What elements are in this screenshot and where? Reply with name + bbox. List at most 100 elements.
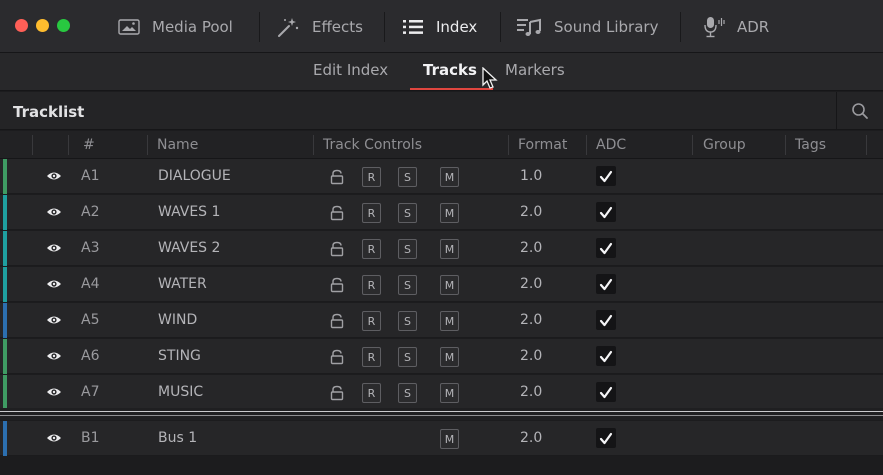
track-row[interactable]: A6 STING R S M 2.0 bbox=[0, 339, 883, 374]
record-arm-button[interactable]: R bbox=[362, 239, 381, 259]
mute-button[interactable]: M bbox=[440, 429, 459, 449]
index-list-icon bbox=[402, 19, 424, 35]
track-row[interactable]: A1 DIALOGUE R S M 1.0 bbox=[0, 159, 883, 194]
adc-checkbox[interactable] bbox=[596, 428, 616, 448]
adc-checkbox[interactable] bbox=[596, 346, 616, 366]
eye-icon[interactable] bbox=[46, 170, 62, 182]
lock-icon[interactable] bbox=[330, 277, 344, 293]
track-name[interactable]: Bus 1 bbox=[158, 430, 197, 446]
search-button[interactable] bbox=[836, 92, 883, 130]
solo-button[interactable]: S bbox=[398, 275, 417, 295]
track-name[interactable]: WIND bbox=[158, 312, 197, 328]
close-button[interactable] bbox=[15, 19, 28, 32]
eye-icon[interactable] bbox=[46, 242, 62, 254]
track-number: A1 bbox=[81, 168, 100, 184]
lock-icon[interactable] bbox=[330, 205, 344, 221]
track-row[interactable]: A3 WAVES 2 R S M 2.0 bbox=[0, 231, 883, 266]
active-tab-indicator bbox=[410, 88, 493, 90]
track-color-strip bbox=[3, 421, 7, 456]
track-row[interactable]: A5 WIND R S M 2.0 bbox=[0, 303, 883, 338]
toolbar-media-pool-label: Media Pool bbox=[152, 17, 233, 36]
eye-icon[interactable] bbox=[46, 206, 62, 218]
column-header-track-controls[interactable]: Track Controls bbox=[323, 137, 422, 153]
column-header-name[interactable]: Name bbox=[157, 137, 198, 153]
track-row[interactable]: A4 WATER R S M 2.0 bbox=[0, 267, 883, 302]
track-color-strip bbox=[3, 195, 7, 230]
mute-button[interactable]: M bbox=[440, 239, 459, 259]
mute-button[interactable]: M bbox=[440, 203, 459, 223]
toolbar-effects[interactable]: Effects bbox=[276, 0, 363, 53]
lock-icon[interactable] bbox=[330, 241, 344, 257]
record-arm-button[interactable]: R bbox=[362, 311, 381, 331]
record-arm-button[interactable]: R bbox=[362, 383, 381, 403]
solo-button[interactable]: S bbox=[398, 383, 417, 403]
lock-icon[interactable] bbox=[330, 385, 344, 401]
track-name[interactable]: STING bbox=[158, 348, 201, 364]
mute-button[interactable]: M bbox=[440, 311, 459, 331]
eye-icon[interactable] bbox=[46, 432, 62, 444]
track-name[interactable]: WAVES 1 bbox=[158, 204, 220, 220]
toolbar-media-pool[interactable]: Media Pool bbox=[118, 0, 233, 53]
minimize-button[interactable] bbox=[36, 19, 49, 32]
toolbar-sound-library[interactable]: Sound Library bbox=[516, 0, 658, 53]
track-number: A7 bbox=[81, 384, 100, 400]
eye-icon[interactable] bbox=[46, 350, 62, 362]
mute-button[interactable]: M bbox=[440, 347, 459, 367]
lock-icon[interactable] bbox=[330, 349, 344, 365]
adc-checkbox[interactable] bbox=[596, 238, 616, 258]
track-name[interactable]: WAVES 2 bbox=[158, 240, 220, 256]
column-header-adc[interactable]: ADC bbox=[596, 137, 626, 153]
adc-checkbox[interactable] bbox=[596, 202, 616, 222]
adc-checkbox[interactable] bbox=[596, 310, 616, 330]
adc-checkbox[interactable] bbox=[596, 382, 616, 402]
toolbar-adr[interactable]: ADR bbox=[703, 0, 769, 53]
record-arm-button[interactable]: R bbox=[362, 203, 381, 223]
lock-icon[interactable] bbox=[330, 169, 344, 185]
tab-markers[interactable]: Markers bbox=[505, 61, 565, 79]
record-arm-button[interactable]: R bbox=[362, 167, 381, 187]
toolbar-index[interactable]: Index bbox=[402, 0, 477, 53]
column-header-format[interactable]: Format bbox=[518, 137, 567, 153]
top-toolbar: Media Pool Effects Index Sound Library A… bbox=[0, 0, 883, 53]
mute-button[interactable]: M bbox=[440, 383, 459, 403]
track-color-strip bbox=[3, 375, 7, 410]
adc-checkbox[interactable] bbox=[596, 274, 616, 294]
lock-icon[interactable] bbox=[330, 313, 344, 329]
eye-icon[interactable] bbox=[46, 278, 62, 290]
tab-edit-index[interactable]: Edit Index bbox=[313, 61, 388, 79]
solo-button[interactable]: S bbox=[398, 167, 417, 187]
mute-button[interactable]: M bbox=[440, 167, 459, 187]
column-divider bbox=[32, 135, 33, 155]
track-row[interactable]: B1 Bus 1 M 2.0 bbox=[0, 421, 883, 456]
checkmark-icon bbox=[599, 278, 613, 290]
track-format: 1.0 bbox=[520, 168, 543, 184]
solo-button[interactable]: S bbox=[398, 203, 417, 223]
track-name[interactable]: WATER bbox=[158, 276, 207, 292]
adc-checkbox[interactable] bbox=[596, 166, 616, 186]
eye-icon[interactable] bbox=[46, 314, 62, 326]
track-name[interactable]: MUSIC bbox=[158, 384, 203, 400]
track-row[interactable]: A7 MUSIC R S M 2.0 bbox=[0, 375, 883, 410]
track-number: B1 bbox=[81, 430, 100, 446]
toolbar-divider bbox=[500, 12, 501, 42]
track-format: 2.0 bbox=[520, 276, 543, 292]
column-divider bbox=[147, 135, 148, 155]
mute-button[interactable]: M bbox=[440, 275, 459, 295]
eye-icon[interactable] bbox=[46, 386, 62, 398]
column-header-number[interactable]: # bbox=[83, 137, 95, 153]
column-header-group[interactable]: Group bbox=[703, 137, 746, 153]
track-row[interactable]: A2 WAVES 1 R S M 2.0 bbox=[0, 195, 883, 230]
solo-button[interactable]: S bbox=[398, 311, 417, 331]
track-name[interactable]: DIALOGUE bbox=[158, 168, 231, 184]
zoom-button[interactable] bbox=[57, 19, 70, 32]
microphone-icon bbox=[703, 16, 725, 38]
column-header-tags[interactable]: Tags bbox=[795, 137, 826, 153]
solo-button[interactable]: S bbox=[398, 347, 417, 367]
track-color-strip bbox=[3, 159, 7, 194]
record-arm-button[interactable]: R bbox=[362, 347, 381, 367]
tab-tracks[interactable]: Tracks bbox=[423, 61, 477, 79]
toolbar-effects-label: Effects bbox=[312, 17, 363, 36]
track-number: A2 bbox=[81, 204, 100, 220]
record-arm-button[interactable]: R bbox=[362, 275, 381, 295]
solo-button[interactable]: S bbox=[398, 239, 417, 259]
